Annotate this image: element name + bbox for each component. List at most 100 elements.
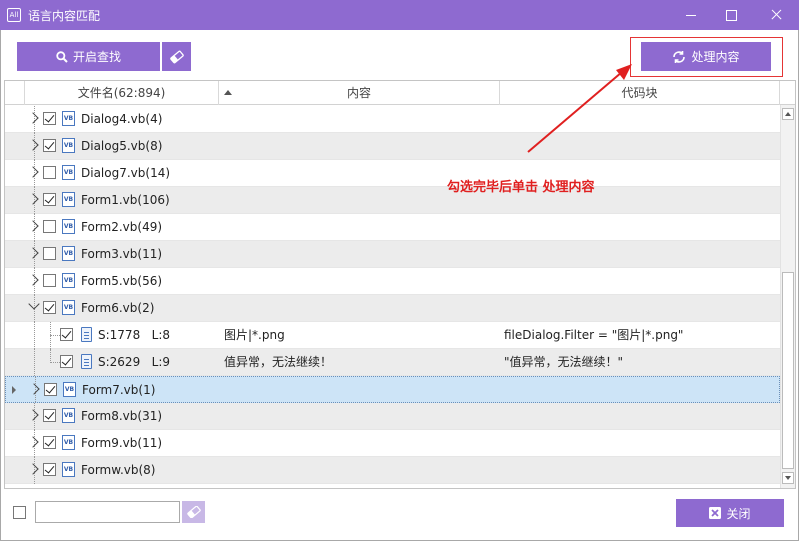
grid-header: 文件名(62:894) 内容 代码块 (5, 81, 795, 105)
filter-input[interactable] (35, 501, 180, 523)
table-row[interactable]: VB Form9.vb(11) (5, 430, 780, 457)
vb-file-icon: VB (62, 462, 75, 477)
chevron-right-icon[interactable] (27, 436, 39, 448)
table-row-child[interactable]: S:2629 L:9 值异常，无法继续！ "值异常，无法继续！" (5, 349, 780, 376)
vb-file-icon: VB (62, 138, 75, 153)
header-codeblock[interactable]: 代码块 (500, 81, 780, 105)
line-position: S:2629 L:9 (98, 355, 171, 369)
scroll-up-button[interactable] (782, 108, 794, 120)
table-row[interactable]: VB Form8.vb(31) (5, 403, 780, 430)
row-checkbox[interactable] (43, 112, 56, 125)
row-checkbox[interactable] (43, 436, 56, 449)
header-content[interactable]: 内容 (219, 81, 500, 105)
close-window-button[interactable] (762, 3, 790, 27)
row-pointer-icon (12, 386, 16, 394)
table-row[interactable]: VB Form5.vb(56) (5, 268, 780, 295)
header-filename[interactable]: 文件名(62:894) (25, 81, 232, 105)
file-name: Form5.vb(56) (81, 274, 163, 288)
chevron-right-icon[interactable] (27, 463, 39, 475)
row-checkbox[interactable] (43, 463, 56, 476)
title-bar: All 语言内容匹配 (0, 0, 799, 30)
annotation-text: 勾选完毕后单击 处理内容 (447, 180, 595, 195)
row-checkbox[interactable] (43, 409, 56, 422)
filter-apply-button[interactable] (182, 501, 205, 523)
table-row[interactable]: VB Form2.vb(49) (5, 214, 780, 241)
table-row[interactable]: VB Dialog5.vb(8) (5, 133, 780, 160)
close-label: 关闭 (726, 506, 751, 521)
codeblock-cell: fileDialog.Filter = "图片|*.png" (504, 328, 684, 342)
process-content-label: 处理内容 (691, 50, 740, 64)
codeblock-cell: "值异常，无法继续！" (504, 355, 624, 369)
tree-branch (50, 362, 60, 363)
eraser-icon (186, 506, 201, 518)
header-filename-label: 文件名(62:894) (77, 86, 166, 100)
row-checkbox[interactable] (43, 139, 56, 152)
eraser-icon (169, 50, 184, 63)
table-row[interactable]: VB Form3.vb(11) (5, 241, 780, 268)
file-name: Form3.vb(11) (81, 247, 163, 261)
tree-branch (50, 335, 60, 336)
table-row[interactable]: VB Dialog7.vb(14) (5, 160, 780, 187)
vb-file-icon: VB (62, 219, 75, 234)
file-name: Dialog4.vb(4) (81, 112, 163, 126)
app-icon: All (7, 8, 21, 22)
line-position: S:1778 L:8 (98, 328, 171, 342)
header-spacer (5, 81, 25, 105)
process-content-button[interactable]: 处理内容 (641, 42, 771, 71)
row-checkbox[interactable] (43, 274, 56, 287)
row-checkbox[interactable] (43, 301, 56, 314)
vb-file-icon: VB (62, 273, 75, 288)
vb-file-icon: VB (63, 382, 76, 397)
vb-file-icon: VB (62, 246, 75, 261)
row-checkbox[interactable] (43, 193, 56, 206)
chevron-right-icon[interactable] (27, 409, 39, 421)
clear-button[interactable] (162, 42, 191, 71)
table-row[interactable]: VB Form7.vb(1) (5, 376, 780, 404)
chevron-right-icon[interactable] (27, 274, 39, 286)
start-search-button[interactable]: 开启查找 (17, 42, 160, 71)
row-checkbox[interactable] (43, 166, 56, 179)
maximize-button[interactable] (717, 3, 745, 27)
chevron-down-icon[interactable] (28, 298, 40, 310)
file-name: Form1.vb(106) (81, 193, 170, 207)
close-button[interactable]: 关闭 (676, 499, 784, 527)
table-row-child[interactable]: S:1778 L:8 图片|*.png fileDialog.Filter = "图… (5, 322, 780, 349)
file-name: Form8.vb(31) (81, 409, 163, 423)
chevron-right-icon[interactable] (27, 193, 39, 205)
row-checkbox[interactable] (44, 383, 57, 396)
table-row[interactable]: VB Formw.vb(8) (5, 457, 780, 484)
vb-file-icon: VB (62, 111, 75, 126)
chevron-right-icon[interactable] (27, 220, 39, 232)
text-line-icon (81, 354, 92, 369)
window-title: 语言内容匹配 (28, 9, 101, 23)
chevron-right-icon[interactable] (27, 247, 39, 259)
header-content-label: 内容 (346, 86, 371, 100)
row-checkbox[interactable] (43, 247, 56, 260)
scroll-thumb[interactable] (782, 272, 794, 469)
close-icon (709, 507, 722, 519)
row-checkbox[interactable] (43, 220, 56, 233)
minimize-button[interactable] (677, 3, 705, 27)
table-row[interactable]: VB Form1.vb(106) (5, 187, 780, 214)
chevron-right-icon[interactable] (27, 166, 39, 178)
search-icon (56, 50, 68, 63)
table-row[interactable]: VB Dialog4.vb(4) (5, 106, 780, 133)
file-grid[interactable]: 文件名(62:894) 内容 代码块 VB Dialog4.vb(4) VB Dial… (4, 80, 796, 489)
chevron-right-icon[interactable] (27, 112, 39, 124)
scroll-down-button[interactable] (782, 472, 794, 484)
chevron-right-icon[interactable] (28, 383, 40, 395)
tree-connector (50, 322, 51, 349)
select-all-checkbox[interactable] (13, 506, 26, 519)
tree-connector (34, 322, 35, 349)
chevron-right-icon[interactable] (27, 139, 39, 151)
vertical-scrollbar[interactable] (780, 105, 795, 488)
vb-file-icon: VB (62, 192, 75, 207)
file-name: Dialog5.vb(8) (81, 139, 163, 153)
row-checkbox[interactable] (60, 355, 73, 368)
tree-connector (50, 349, 51, 363)
vb-file-icon: VB (62, 165, 75, 180)
file-name: Form6.vb(2) (81, 301, 155, 315)
row-checkbox[interactable] (60, 328, 73, 341)
file-name: Dialog7.vb(14) (81, 166, 171, 180)
table-row[interactable]: VB Form6.vb(2) (5, 295, 780, 322)
